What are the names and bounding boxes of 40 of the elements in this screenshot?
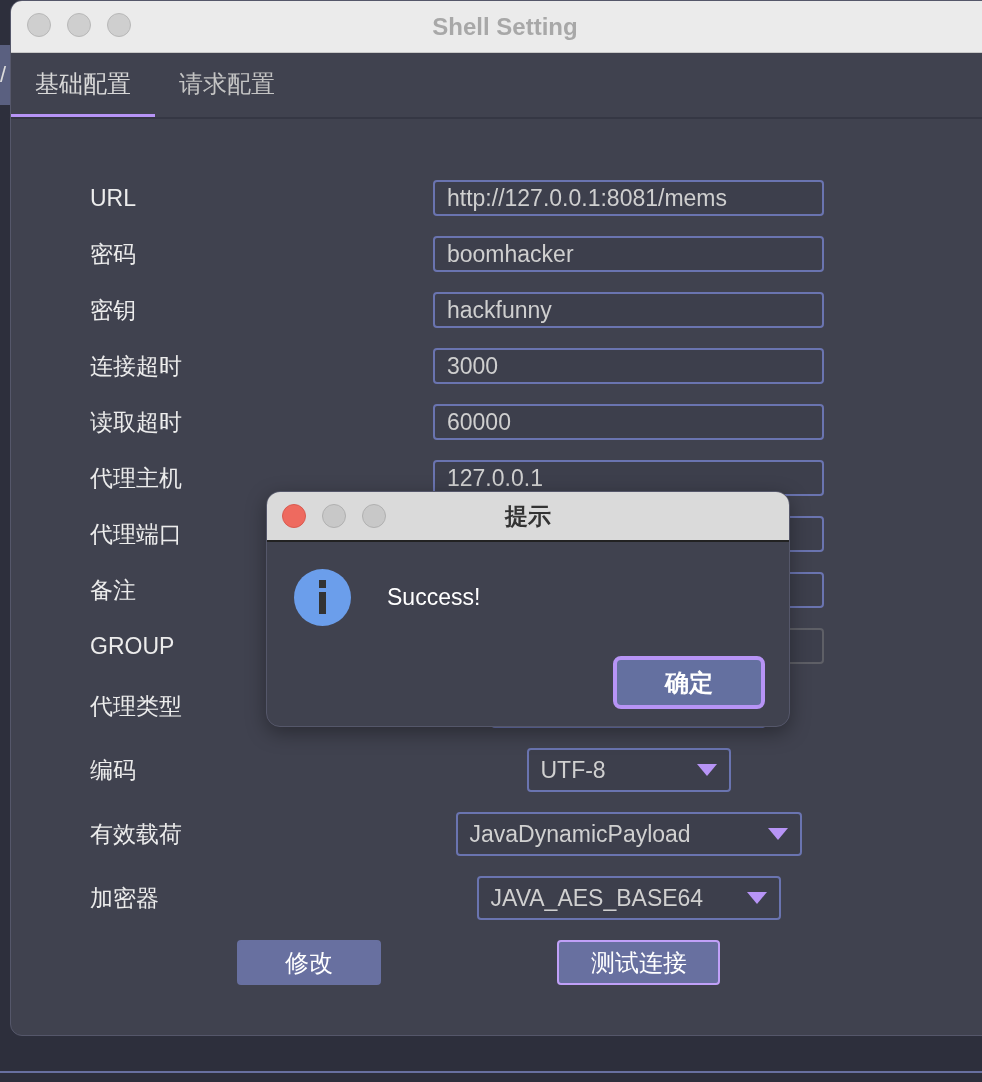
field-label: 有效载荷 [90, 819, 182, 849]
action-button[interactable]: 测试连接 [557, 940, 720, 985]
field-label: 备注 [90, 575, 136, 605]
dialog-message: Success! [387, 583, 481, 613]
field-label: URL [90, 183, 136, 213]
ok-button[interactable]: 确定 [613, 656, 765, 709]
caret-icon [767, 828, 788, 840]
window-control-button[interactable] [27, 13, 51, 37]
input-field[interactable]: boomhacker [433, 236, 824, 272]
dropdown[interactable]: JAVA_AES_BASE64 [476, 876, 781, 920]
dropdown[interactable]: JavaDynamicPayload [455, 812, 802, 856]
dialog-title: 提示 [505, 503, 551, 529]
field-label: GROUP [90, 631, 175, 661]
field-label: 加密器 [90, 883, 159, 913]
window-control-button[interactable] [107, 13, 131, 37]
field-label: 密码 [90, 239, 136, 269]
input-field[interactable]: 60000 [433, 404, 824, 440]
window-control-button[interactable] [322, 504, 346, 528]
field-label: 代理类型 [90, 691, 182, 721]
dropdown[interactable]: UTF-8 [526, 748, 731, 792]
info-icon [294, 569, 351, 626]
field-label: 代理主机 [90, 463, 182, 493]
tab[interactable]: 请求配置 [155, 53, 299, 117]
input-field[interactable]: http://127.0.0.1:8081/mems [433, 180, 824, 216]
caret-icon [696, 764, 717, 776]
caret-icon [746, 892, 767, 904]
field-label: 代理端口 [90, 519, 182, 549]
input-field[interactable]: 3000 [433, 348, 824, 384]
window-title: Shell Setting [432, 13, 578, 40]
input-field[interactable]: 127.0.0.1 [433, 460, 824, 496]
action-button[interactable]: 修改 [237, 940, 381, 985]
window-control-button[interactable] [67, 13, 91, 37]
input-field[interactable]: hackfunny [433, 292, 824, 328]
field-label: 连接超时 [90, 351, 182, 381]
field-label: 读取超时 [90, 407, 182, 437]
window-control-button[interactable] [362, 504, 386, 528]
field-label: 密钥 [90, 295, 136, 325]
field-label: 编码 [90, 755, 136, 785]
window-control-button[interactable] [282, 504, 306, 528]
tab[interactable]: 基础配置 [11, 53, 155, 117]
